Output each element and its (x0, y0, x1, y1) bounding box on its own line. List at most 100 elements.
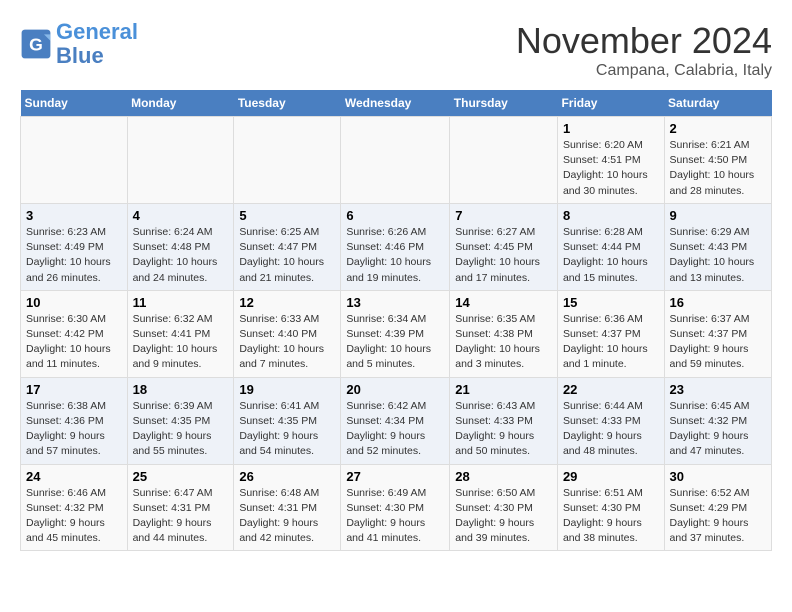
week-row-1: 1 Sunrise: 6:20 AM Sunset: 4:51 PM Daylig… (21, 117, 772, 204)
title-block: November 2024 Campana, Calabria, Italy (516, 20, 772, 80)
day-info: Sunrise: 6:25 AM Sunset: 4:47 PM Dayligh… (239, 225, 335, 286)
weekday-header-wednesday: Wednesday (341, 90, 450, 117)
day-cell: 17 Sunrise: 6:38 AM Sunset: 4:36 PM Dayli… (21, 377, 128, 464)
day-cell: 19 Sunrise: 6:41 AM Sunset: 4:35 PM Dayli… (234, 377, 341, 464)
weekday-header-thursday: Thursday (450, 90, 558, 117)
day-cell: 26Sunrise: 6:48 AM Sunset: 4:31 PM Dayli… (234, 464, 341, 551)
day-cell: 27 Sunrise: 6:49 AM Sunset: 4:30 PM Dayli… (341, 464, 450, 551)
month-title: November 2024 (516, 20, 772, 62)
day-number: 3 (26, 208, 122, 223)
day-cell: 7 Sunrise: 6:27 AM Sunset: 4:45 PM Daylig… (450, 203, 558, 290)
calendar-table: SundayMondayTuesdayWednesdayThursdayFrid… (20, 90, 772, 551)
day-info: Sunrise: 6:21 AM Sunset: 4:50 PM Dayligh… (670, 138, 766, 199)
day-cell (21, 117, 128, 204)
day-cell: 29 Sunrise: 6:51 AM Sunset: 4:30 PM Dayli… (557, 464, 664, 551)
day-info: Sunrise: 6:42 AM Sunset: 4:34 PM Dayligh… (346, 399, 444, 460)
day-number: 1 (563, 121, 659, 136)
day-info: Sunrise: 6:47 AM Sunset: 4:31 PM Dayligh… (133, 486, 229, 547)
day-cell (450, 117, 558, 204)
day-info: Sunrise: 6:30 AM Sunset: 4:42 PM Dayligh… (26, 312, 122, 373)
day-cell: 13 Sunrise: 6:34 AM Sunset: 4:39 PM Dayli… (341, 290, 450, 377)
day-info: Sunrise: 6:28 AM Sunset: 4:44 PM Dayligh… (563, 225, 659, 286)
day-cell: 1 Sunrise: 6:20 AM Sunset: 4:51 PM Daylig… (557, 117, 664, 204)
day-number: 27 (346, 469, 444, 484)
day-cell: 23 Sunrise: 6:45 AM Sunset: 4:32 PM Dayli… (664, 377, 771, 464)
day-info: Sunrise: 6:44 AM Sunset: 4:33 PM Dayligh… (563, 399, 659, 460)
day-info: Sunrise: 6:43 AM Sunset: 4:33 PM Dayligh… (455, 399, 552, 460)
day-info: Sunrise: 6:51 AM Sunset: 4:30 PM Dayligh… (563, 486, 659, 547)
day-number: 18 (133, 382, 229, 397)
day-number: 29 (563, 469, 659, 484)
day-number: 19 (239, 382, 335, 397)
day-info: Sunrise: 6:34 AM Sunset: 4:39 PM Dayligh… (346, 312, 444, 373)
day-info: Sunrise: 6:33 AM Sunset: 4:40 PM Dayligh… (239, 312, 335, 373)
day-info: Sunrise: 6:46 AM Sunset: 4:32 PM Dayligh… (26, 486, 122, 547)
day-number: 10 (26, 295, 122, 310)
day-number: 2 (670, 121, 766, 136)
day-info: Sunrise: 6:27 AM Sunset: 4:45 PM Dayligh… (455, 225, 552, 286)
day-cell: 4 Sunrise: 6:24 AM Sunset: 4:48 PM Daylig… (127, 203, 234, 290)
day-cell: 6Sunrise: 6:26 AM Sunset: 4:46 PM Daylig… (341, 203, 450, 290)
day-info: Sunrise: 6:45 AM Sunset: 4:32 PM Dayligh… (670, 399, 766, 460)
day-cell: 3Sunrise: 6:23 AM Sunset: 4:49 PM Daylig… (21, 203, 128, 290)
day-number: 14 (455, 295, 552, 310)
day-info: Sunrise: 6:50 AM Sunset: 4:30 PM Dayligh… (455, 486, 552, 547)
day-cell: 14 Sunrise: 6:35 AM Sunset: 4:38 PM Dayli… (450, 290, 558, 377)
day-cell: 16 Sunrise: 6:37 AM Sunset: 4:37 PM Dayli… (664, 290, 771, 377)
day-cell: 20 Sunrise: 6:42 AM Sunset: 4:34 PM Dayli… (341, 377, 450, 464)
logo: G General Blue (20, 20, 138, 68)
day-number: 5 (239, 208, 335, 223)
week-row-5: 24 Sunrise: 6:46 AM Sunset: 4:32 PM Dayli… (21, 464, 772, 551)
day-number: 22 (563, 382, 659, 397)
day-cell: 18 Sunrise: 6:39 AM Sunset: 4:35 PM Dayli… (127, 377, 234, 464)
weekday-header-monday: Monday (127, 90, 234, 117)
day-number: 4 (133, 208, 229, 223)
day-cell: 9Sunrise: 6:29 AM Sunset: 4:43 PM Daylig… (664, 203, 771, 290)
day-number: 6 (346, 208, 444, 223)
day-number: 11 (133, 295, 229, 310)
weekday-header-friday: Friday (557, 90, 664, 117)
day-info: Sunrise: 6:37 AM Sunset: 4:37 PM Dayligh… (670, 312, 766, 373)
day-info: Sunrise: 6:39 AM Sunset: 4:35 PM Dayligh… (133, 399, 229, 460)
week-row-4: 17 Sunrise: 6:38 AM Sunset: 4:36 PM Dayli… (21, 377, 772, 464)
day-cell: 12Sunrise: 6:33 AM Sunset: 4:40 PM Dayli… (234, 290, 341, 377)
day-cell: 8 Sunrise: 6:28 AM Sunset: 4:44 PM Daylig… (557, 203, 664, 290)
day-number: 15 (563, 295, 659, 310)
day-info: Sunrise: 6:41 AM Sunset: 4:35 PM Dayligh… (239, 399, 335, 460)
logo-line1: General (56, 19, 138, 44)
day-cell (341, 117, 450, 204)
weekday-header-row: SundayMondayTuesdayWednesdayThursdayFrid… (21, 90, 772, 117)
day-number: 23 (670, 382, 766, 397)
day-cell: 10 Sunrise: 6:30 AM Sunset: 4:42 PM Dayli… (21, 290, 128, 377)
day-info: Sunrise: 6:29 AM Sunset: 4:43 PM Dayligh… (670, 225, 766, 286)
day-number: 13 (346, 295, 444, 310)
day-cell: 15Sunrise: 6:36 AM Sunset: 4:37 PM Dayli… (557, 290, 664, 377)
weekday-header-tuesday: Tuesday (234, 90, 341, 117)
week-row-2: 3Sunrise: 6:23 AM Sunset: 4:49 PM Daylig… (21, 203, 772, 290)
day-info: Sunrise: 6:49 AM Sunset: 4:30 PM Dayligh… (346, 486, 444, 547)
weekday-header-saturday: Saturday (664, 90, 771, 117)
day-number: 8 (563, 208, 659, 223)
day-number: 17 (26, 382, 122, 397)
day-cell: 30Sunrise: 6:52 AM Sunset: 4:29 PM Dayli… (664, 464, 771, 551)
day-info: Sunrise: 6:20 AM Sunset: 4:51 PM Dayligh… (563, 138, 659, 199)
day-info: Sunrise: 6:48 AM Sunset: 4:31 PM Dayligh… (239, 486, 335, 547)
day-cell: 22 Sunrise: 6:44 AM Sunset: 4:33 PM Dayli… (557, 377, 664, 464)
day-info: Sunrise: 6:38 AM Sunset: 4:36 PM Dayligh… (26, 399, 122, 460)
day-info: Sunrise: 6:24 AM Sunset: 4:48 PM Dayligh… (133, 225, 229, 286)
day-cell: 24 Sunrise: 6:46 AM Sunset: 4:32 PM Dayli… (21, 464, 128, 551)
day-number: 25 (133, 469, 229, 484)
svg-text:G: G (29, 35, 43, 55)
logo-icon: G (20, 28, 52, 60)
day-cell: 11Sunrise: 6:32 AM Sunset: 4:41 PM Dayli… (127, 290, 234, 377)
day-number: 7 (455, 208, 552, 223)
day-cell (127, 117, 234, 204)
day-cell: 25 Sunrise: 6:47 AM Sunset: 4:31 PM Dayli… (127, 464, 234, 551)
day-info: Sunrise: 6:35 AM Sunset: 4:38 PM Dayligh… (455, 312, 552, 373)
day-info: Sunrise: 6:52 AM Sunset: 4:29 PM Dayligh… (670, 486, 766, 547)
day-cell (234, 117, 341, 204)
day-number: 16 (670, 295, 766, 310)
weekday-header-sunday: Sunday (21, 90, 128, 117)
day-number: 20 (346, 382, 444, 397)
day-number: 24 (26, 469, 122, 484)
